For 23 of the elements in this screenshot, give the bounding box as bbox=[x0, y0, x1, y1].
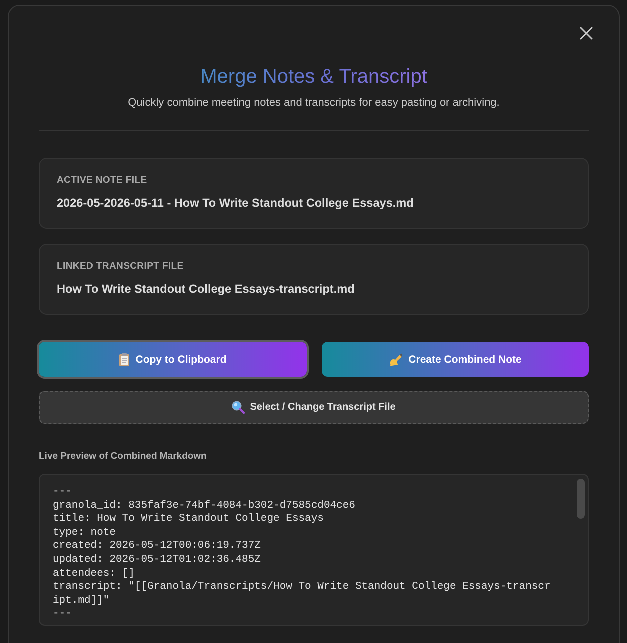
code-line: attendees: [] bbox=[53, 568, 136, 581]
select-file-button[interactable]: Select / Change Transcript File bbox=[39, 391, 589, 424]
file-label: ACTIVE NOTE FILE bbox=[57, 175, 148, 187]
writing-hand-icon bbox=[388, 352, 403, 366]
preview-heading: Live Preview of Combined Markdown bbox=[39, 451, 208, 463]
code-line: title: How To Write Standout College Essays bbox=[53, 513, 325, 527]
code-line: --- bbox=[53, 608, 73, 622]
file-name: 2026-05-2026-05-11 - How To Write Standout College Essays.md bbox=[57, 195, 415, 212]
code-line: granola_id: 835faf3e-74bf-4084-b302-d7585cd04ce6 bbox=[53, 500, 356, 513]
close-icon bbox=[580, 26, 592, 40]
copy-button[interactable]: Copy to Clipboard bbox=[39, 342, 306, 377]
create-note-button[interactable]: Create Combined Note bbox=[322, 342, 589, 377]
file-name: How To Write Standout College Essays-transcript.md bbox=[57, 281, 356, 298]
code-line: updated: 2026-05-12T01:02:36.485Z bbox=[53, 554, 262, 568]
clipboard-icon bbox=[118, 352, 130, 366]
file-label: LINKED TRANSCRIPT FILE bbox=[57, 261, 185, 273]
code-line: type: note bbox=[53, 526, 118, 540]
search-icon bbox=[232, 401, 246, 414]
code-line: transcript: "[[Granola/Transcripts/How To Write Standout College Essays-transcript.md]]" bbox=[53, 581, 552, 608]
scrollbar-thumb[interactable] bbox=[577, 479, 585, 519]
dialog-subtitle: Quickly combine meeting notes and transcripts for easy pasting or archiving. bbox=[127, 96, 501, 111]
code-line: --- bbox=[53, 486, 73, 500]
code-line: created: 2026-05-12T00:06:19.737Z bbox=[53, 540, 262, 554]
